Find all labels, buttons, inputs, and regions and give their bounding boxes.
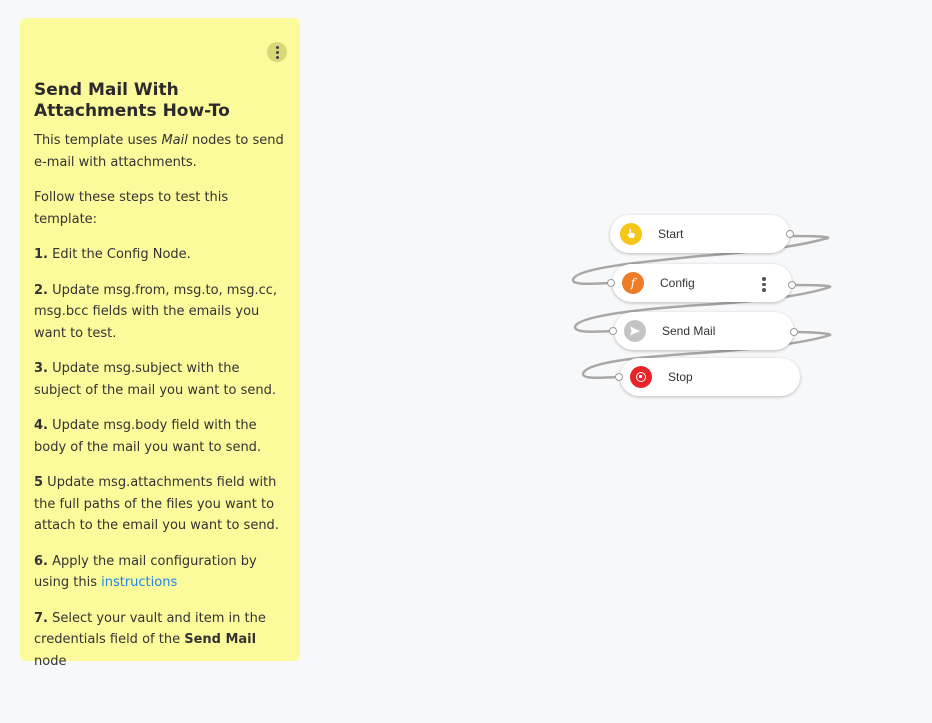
stop-icon bbox=[630, 366, 652, 388]
node-stop-label: Stop bbox=[668, 370, 693, 384]
node-start[interactable]: Start bbox=[610, 215, 794, 253]
send-mail-input-port[interactable] bbox=[609, 327, 617, 335]
node-config-menu-icon[interactable] bbox=[762, 277, 766, 292]
send-mail-output-port[interactable] bbox=[790, 328, 798, 336]
node-start-label: Start bbox=[658, 227, 684, 241]
node-config[interactable]: f Config bbox=[607, 264, 796, 302]
node-send-mail-label: Send Mail bbox=[662, 324, 716, 338]
paper-plane-icon bbox=[624, 320, 646, 342]
function-icon: f bbox=[622, 272, 644, 294]
hand-pointer-icon bbox=[620, 223, 642, 245]
node-stop[interactable]: Stop bbox=[615, 358, 800, 396]
config-output-port[interactable] bbox=[788, 281, 796, 289]
start-output-port[interactable] bbox=[786, 230, 794, 238]
node-send-mail[interactable]: Send Mail bbox=[609, 312, 798, 350]
config-input-port[interactable] bbox=[607, 279, 615, 287]
stop-input-port[interactable] bbox=[615, 373, 623, 381]
node-config-label: Config bbox=[660, 276, 695, 290]
